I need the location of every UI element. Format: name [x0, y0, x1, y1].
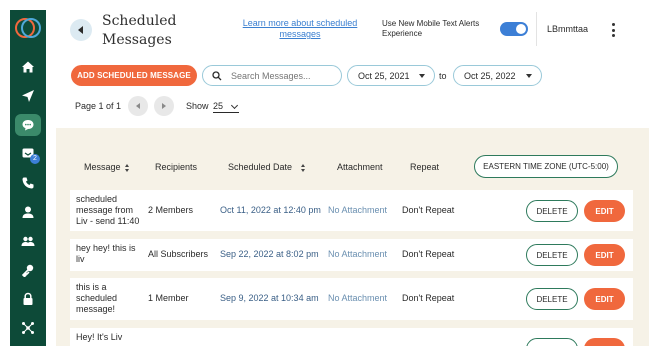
- mobile-experience-toggle[interactable]: [500, 22, 528, 36]
- account-name[interactable]: LBmmttaa: [547, 24, 588, 34]
- nav-send[interactable]: [10, 85, 46, 107]
- attachment-text: No Attachment: [328, 249, 388, 259]
- nav-security[interactable]: [10, 288, 46, 310]
- more-menu-icon[interactable]: [608, 22, 618, 38]
- nav-phone[interactable]: [10, 172, 46, 194]
- scheduled-date-text: Oct 11, 2022 at 12:40 pm: [220, 205, 321, 215]
- date-from-value: Oct 25, 2021: [358, 70, 410, 81]
- scheduled-date-text: Sep 22, 2022 at 8:02 pm: [220, 249, 319, 259]
- page-size-label: Show: [186, 101, 209, 111]
- delete-button[interactable]: DELETE: [526, 288, 578, 310]
- timezone-button[interactable]: EASTERN TIME ZONE (UTC-5:00): [474, 155, 618, 178]
- recipients-text: 1 Member: [148, 293, 189, 303]
- search-box[interactable]: [202, 65, 342, 86]
- column-header-message[interactable]: Message: [84, 162, 130, 172]
- page-size-select[interactable]: 25: [213, 99, 239, 113]
- table-row: this is a scheduled message! 1 Member Se…: [70, 278, 633, 320]
- recipients-text: All Subscribers: [148, 249, 209, 259]
- edit-button[interactable]: EDIT: [584, 338, 625, 346]
- delete-button[interactable]: DELETE: [526, 338, 578, 346]
- home-icon: [22, 61, 34, 73]
- chevron-left-icon: [136, 103, 140, 109]
- nav-user[interactable]: [10, 201, 46, 223]
- search-input[interactable]: [231, 70, 341, 81]
- table-row: Hey! It's Liv DELETE EDIT: [70, 328, 633, 346]
- user-icon: [22, 206, 34, 218]
- chevron-down-icon: [230, 101, 239, 110]
- chat-icon: [22, 120, 34, 131]
- column-header-repeat: Repeat: [410, 162, 440, 172]
- page-size-value: 25: [213, 101, 224, 111]
- mobile-experience-label: Use New Mobile Text Alerts Experience: [382, 19, 480, 38]
- nav-keywords[interactable]: [10, 259, 46, 281]
- message-text: Hey! It's Liv: [76, 332, 123, 342]
- column-header-scheduled-date[interactable]: Scheduled Date: [228, 162, 306, 172]
- back-button[interactable]: [70, 19, 92, 41]
- nav-scheduled[interactable]: [10, 114, 46, 136]
- message-text: scheduled message from Liv - send 11:40: [76, 194, 140, 226]
- edit-button[interactable]: EDIT: [584, 244, 625, 266]
- integrations-icon: [22, 322, 34, 334]
- header-divider: [536, 12, 537, 46]
- chevron-right-icon: [162, 103, 166, 109]
- learn-more-link[interactable]: Learn more about scheduled messages: [236, 18, 364, 40]
- nav-integrations[interactable]: [10, 317, 46, 339]
- add-scheduled-message-button[interactable]: ADD SCHEDULED MESSAGE: [71, 65, 197, 86]
- date-to-select[interactable]: Oct 25, 2022: [453, 65, 542, 86]
- chevron-left-icon: [78, 26, 83, 34]
- sort-icon: [124, 163, 130, 172]
- sort-icon: [301, 163, 306, 172]
- column-header-recipients: Recipients: [155, 162, 198, 172]
- repeat-text: Don't Repeat: [402, 293, 455, 303]
- date-from-select[interactable]: Oct 25, 2021: [347, 65, 435, 86]
- next-page-button[interactable]: [154, 96, 174, 116]
- group-icon: [21, 236, 35, 246]
- repeat-text: Don't Repeat: [402, 205, 455, 215]
- inbox-badge: 2: [30, 154, 40, 164]
- delete-button[interactable]: DELETE: [526, 200, 578, 222]
- app-logo[interactable]: [14, 16, 42, 40]
- date-range-to-label: to: [439, 71, 447, 81]
- nav-home[interactable]: [10, 56, 46, 78]
- edit-button[interactable]: EDIT: [584, 200, 625, 222]
- table-row: hey hey! this is liv All Subscribers Sep…: [70, 239, 633, 271]
- caret-down-icon: [526, 74, 532, 78]
- nav-inbox[interactable]: 2: [10, 143, 46, 165]
- pagination-label: Page 1 of 1: [75, 101, 122, 111]
- scheduled-date-text: Sep 9, 2022 at 10:34 am: [220, 293, 319, 303]
- column-header-attachment: Attachment: [337, 162, 383, 172]
- key-icon: [21, 264, 34, 277]
- delete-button[interactable]: DELETE: [526, 244, 578, 266]
- prev-page-button[interactable]: [128, 96, 148, 116]
- recipients-text: 2 Members: [148, 205, 194, 215]
- repeat-text: Don't Repeat: [402, 249, 455, 259]
- message-text: this is a scheduled message!: [76, 282, 118, 314]
- edit-button[interactable]: EDIT: [584, 288, 625, 310]
- phone-icon: [22, 177, 34, 189]
- attachment-text: No Attachment: [328, 205, 388, 215]
- date-to-value: Oct 25, 2022: [464, 70, 516, 81]
- search-icon: [212, 70, 222, 80]
- lock-icon: [23, 292, 33, 305]
- attachment-text: No Attachment: [328, 293, 388, 303]
- sidebar: 2: [10, 10, 46, 346]
- caret-down-icon: [419, 74, 425, 78]
- message-text: hey hey! this is liv: [76, 243, 136, 264]
- page-title: Scheduled Messages: [102, 13, 177, 48]
- nav-groups[interactable]: [10, 230, 46, 252]
- send-icon: [22, 90, 34, 102]
- table-row: scheduled message from Liv - send 11:40 …: [70, 190, 633, 231]
